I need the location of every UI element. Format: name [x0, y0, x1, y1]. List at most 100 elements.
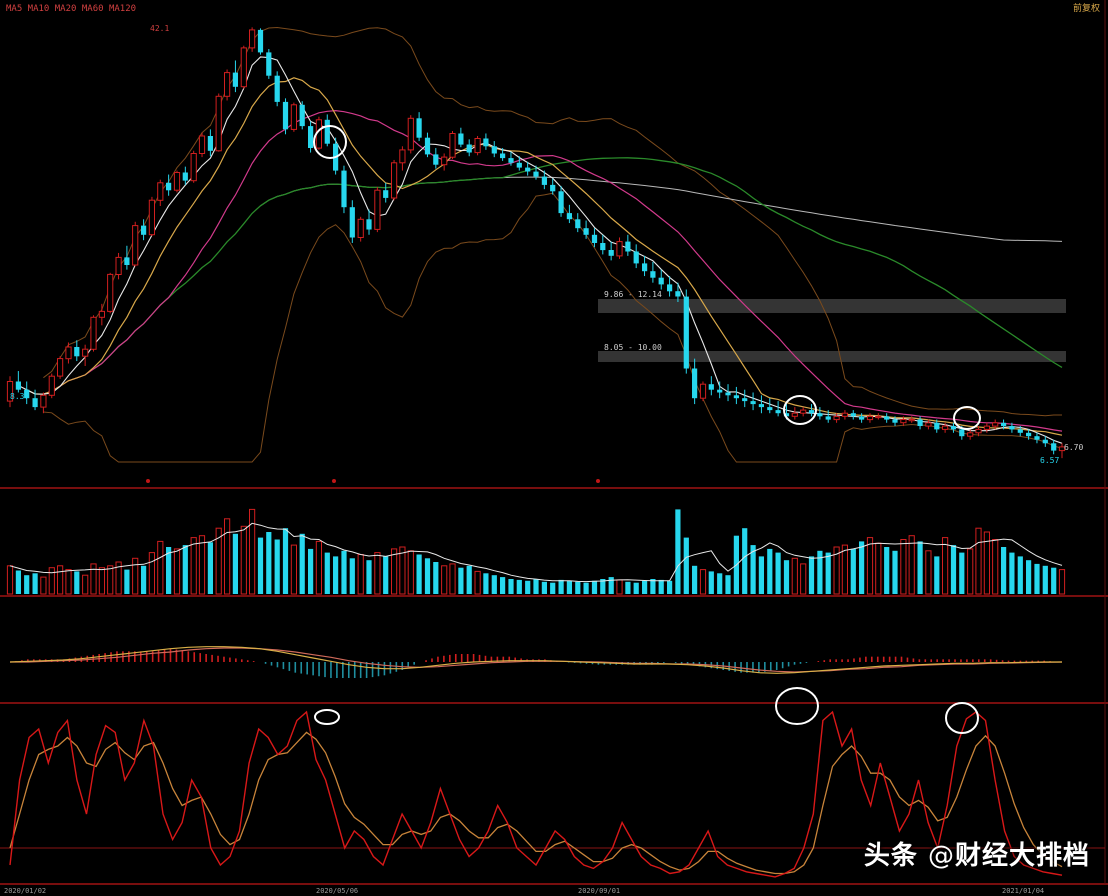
- candle-body: [98, 310, 106, 318]
- candle-body: [525, 167, 531, 172]
- candle-body: [817, 413, 823, 417]
- candle-body: [533, 171, 539, 177]
- volume-bar: [299, 533, 305, 594]
- volume-bar: [608, 577, 614, 594]
- candle-body: [717, 389, 723, 393]
- candle-body: [942, 425, 949, 430]
- resistance-zone-2: [598, 351, 1066, 362]
- candle-body: [441, 156, 448, 166]
- volume-bar: [1001, 547, 1007, 594]
- date-tick-marker: [146, 479, 150, 483]
- candle-body: [866, 415, 874, 421]
- candle-body: [207, 136, 213, 151]
- candle-body: [900, 419, 907, 424]
- candle-body: [800, 409, 807, 414]
- candle-body: [733, 395, 739, 399]
- volume-bar: [274, 539, 280, 594]
- volume-bar: [491, 575, 497, 594]
- volume-bar: [424, 558, 431, 594]
- candle-body: [383, 190, 389, 198]
- candle-body: [399, 149, 406, 164]
- candle-body: [934, 422, 940, 430]
- date-label: 2020/05/06: [316, 887, 358, 895]
- volume-bar: [633, 582, 639, 594]
- volume-bar: [892, 550, 898, 594]
- header-left-text: MA5 MA10 MA20 MA60 MA120: [6, 4, 136, 14]
- volume-bar: [74, 571, 80, 594]
- candle-body: [591, 234, 598, 243]
- volume-bar: [1034, 563, 1040, 594]
- candle-body: [132, 225, 139, 266]
- volume-bar: [232, 533, 238, 594]
- candle-body: [74, 347, 80, 357]
- volume-bar: [950, 545, 957, 594]
- volume-bar: [383, 556, 389, 594]
- date-tick-marker: [332, 479, 336, 483]
- volume-bar: [1042, 565, 1048, 594]
- candle-body: [908, 419, 915, 422]
- volume-bar: [266, 532, 272, 594]
- candle-body: [983, 425, 990, 430]
- candle-body: [758, 404, 764, 408]
- candle-body: [975, 428, 982, 434]
- candle-body: [474, 138, 481, 154]
- volume-bar: [859, 541, 865, 594]
- date-label: 2020/01/02: [4, 887, 46, 895]
- candle-body: [416, 118, 422, 138]
- volume-bar: [141, 565, 147, 594]
- candle-body: [884, 416, 890, 420]
- candle-body: [466, 144, 472, 153]
- candle-body: [240, 47, 247, 88]
- volume-bar: [24, 575, 30, 594]
- candle-body: [950, 426, 957, 430]
- volume-bar: [282, 528, 289, 594]
- watermark-at: @: [927, 841, 955, 871]
- candle-body: [433, 154, 439, 165]
- volume-bar: [692, 565, 698, 594]
- volume-bar: [1026, 560, 1032, 594]
- candle-body: [1001, 422, 1007, 427]
- candle-body: [232, 72, 238, 87]
- candle-body: [967, 432, 974, 437]
- candle-body: [141, 225, 147, 235]
- volume-bar: [825, 552, 831, 594]
- date-label: 2020/09/01: [578, 887, 620, 895]
- candle-body: [850, 413, 856, 417]
- candle-body: [833, 415, 840, 421]
- volume-bar: [458, 567, 464, 594]
- candle-body: [808, 410, 815, 414]
- volume-bar: [124, 569, 130, 594]
- chart-background: [0, 0, 1108, 896]
- candle-body: [148, 199, 156, 236]
- volume-bar: [783, 560, 790, 594]
- candle-body: [841, 412, 848, 417]
- candle-body: [1026, 432, 1032, 437]
- candle-body: [299, 104, 305, 127]
- watermark-platform: 头条: [863, 841, 918, 871]
- candle-body: [65, 346, 72, 360]
- volume-bar: [558, 579, 564, 594]
- candle-body: [249, 29, 256, 49]
- volume-bar: [182, 545, 188, 594]
- candle-body: [875, 415, 882, 419]
- candle-body: [274, 75, 280, 102]
- candle-body: [1051, 443, 1057, 451]
- candle-body: [166, 182, 172, 191]
- volume-bar: [333, 556, 339, 594]
- candle-body: [57, 358, 64, 377]
- candle-body: [1034, 436, 1040, 440]
- resistance-zone-1: [598, 299, 1066, 313]
- zone-2-label: 8.05 - 10.00: [604, 343, 662, 352]
- volume-bar: [1009, 552, 1015, 594]
- volume-bar: [683, 537, 689, 594]
- candle-body: [725, 392, 731, 396]
- candle-body: [157, 182, 164, 201]
- candle-body: [667, 284, 673, 292]
- candle-body: [859, 416, 865, 420]
- volume-bar: [675, 509, 681, 594]
- candle-body: [374, 189, 381, 230]
- candle-body: [692, 368, 698, 399]
- candle-body: [608, 250, 614, 256]
- volume-bar: [850, 548, 856, 594]
- candle-body: [290, 104, 297, 130]
